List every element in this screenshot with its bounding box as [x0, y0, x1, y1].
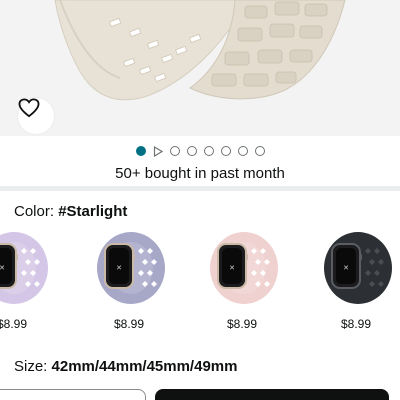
carousel-dot[interactable]: [203, 146, 214, 156]
heart-icon: [18, 98, 40, 118]
carousel-indicator: [0, 143, 400, 159]
svg-text:✕: ✕: [343, 264, 349, 272]
carousel-dot[interactable]: [254, 146, 265, 156]
svg-text:✕: ✕: [229, 264, 235, 272]
svg-text:✕: ✕: [0, 264, 5, 272]
swatch-price: $8.99: [341, 317, 372, 331]
color-swatch-pink[interactable]: ✕: [198, 228, 282, 308]
wishlist-heart-button[interactable]: [18, 98, 54, 134]
color-swatch-lavender[interactable]: ✕: [0, 228, 52, 308]
swatch-price: $8.99: [114, 317, 145, 331]
color-swatch-black[interactable]: ✕: [312, 228, 396, 308]
bought-count-text: 50+ bought in past month: [115, 165, 285, 182]
size-label: Size:: [14, 358, 52, 375]
size-value: 42mm/44mm/45mm/49mm: [51, 358, 238, 375]
carousel-dot[interactable]: [220, 146, 231, 156]
carousel-dot[interactable]: [237, 146, 248, 156]
color-label: Color:: [14, 203, 59, 220]
section-divider: [0, 186, 400, 191]
selected-size-button[interactable]: [155, 389, 389, 400]
carousel-video-play-icon[interactable]: [153, 145, 163, 157]
size-option-button[interactable]: [0, 389, 146, 400]
color-value: #Starlight: [58, 203, 128, 220]
size-label-row: Size: 42mm/44mm/45mm/49mm: [14, 358, 237, 375]
color-swatch-gray-blue[interactable]: ✕: [85, 228, 169, 308]
carousel-dot[interactable]: [169, 146, 180, 156]
product-image[interactable]: [0, 0, 400, 136]
svg-text:✕: ✕: [116, 264, 122, 272]
color-label-row: Color: #Starlight: [14, 203, 127, 220]
carousel-dot[interactable]: [186, 146, 197, 156]
carousel-dot[interactable]: [135, 146, 146, 156]
swatch-price: $8.99: [227, 317, 258, 331]
swatch-price: $8.99: [0, 317, 28, 331]
